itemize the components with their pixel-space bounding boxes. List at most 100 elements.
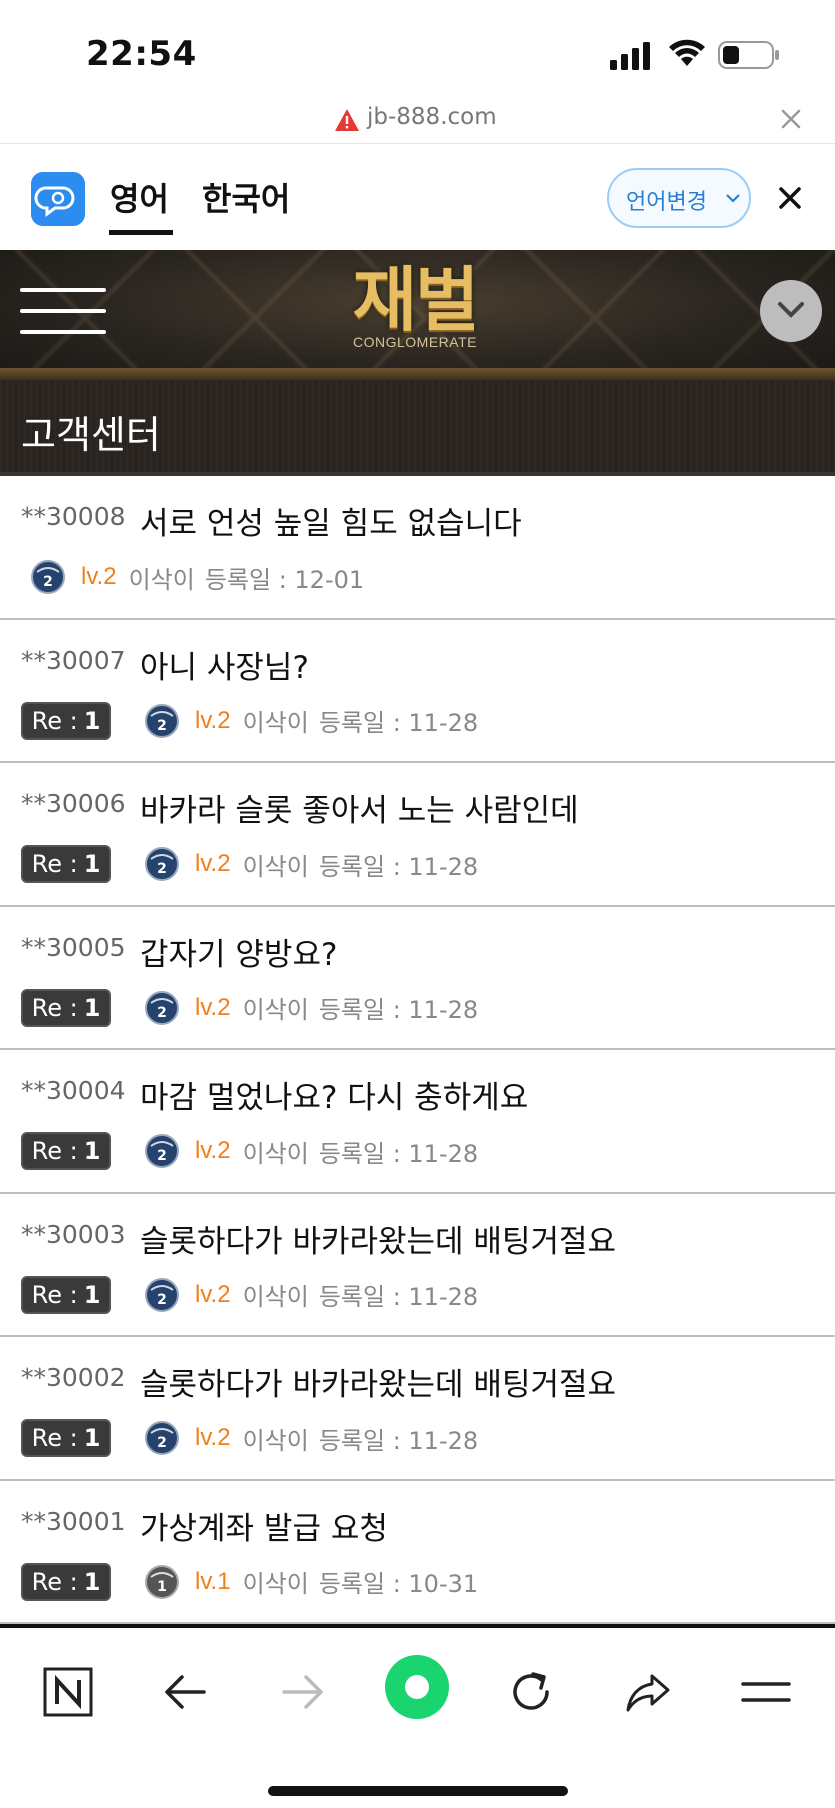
home-indicator — [268, 1786, 568, 1796]
tab-english[interactable]: 영어 — [110, 174, 169, 220]
post-title[interactable]: 슬롯하다가 바카라왔는데 배팅거절요 — [140, 1359, 616, 1404]
cellular-signal-icon — [610, 42, 650, 70]
site-logo-title: 재벌 — [352, 259, 480, 341]
svg-text:2: 2 — [157, 1435, 167, 1451]
level-label: lv.2 — [195, 993, 231, 1021]
svg-text:2: 2 — [157, 718, 167, 734]
hamburger-menu-icon[interactable] — [20, 286, 106, 336]
forward-arrow-icon[interactable] — [274, 1664, 330, 1720]
list-item[interactable]: **30005 갑자기 양방요? Re :1 2 lv.2 이삭이 등록일 : … — [0, 906, 835, 1050]
url-domain[interactable]: jb-888.com — [367, 104, 497, 130]
post-meta: Re :1 2 lv.2 이삭이 등록일 : 11-28 — [21, 1275, 478, 1314]
reply-badge: Re :1 — [21, 845, 111, 883]
list-item[interactable]: **30002 슬롯하다가 바카라왔는데 배팅거절요 Re :1 2 lv.2 … — [0, 1337, 835, 1481]
page-title-bar: 고객센터 — [0, 380, 835, 476]
list-item[interactable]: **30004 마감 멀었나요? 다시 충하게요 Re :1 2 lv.2 이삭… — [0, 1050, 835, 1194]
level-label: lv.1 — [195, 1567, 231, 1595]
svg-text:2: 2 — [157, 861, 167, 877]
warning-icon — [335, 109, 359, 131]
post-meta: Re :1 2 lv.2 이삭이 등록일 : 11-28 — [21, 1132, 478, 1170]
naver-n-icon[interactable] — [40, 1664, 96, 1720]
level-label: lv.2 — [195, 850, 231, 877]
chevron-down-icon — [778, 302, 804, 318]
chevron-down-icon — [726, 194, 740, 203]
post-date: 등록일 : 12-01 — [204, 565, 365, 594]
reply-badge: Re :1 — [21, 701, 111, 740]
post-id: **30006 — [21, 789, 126, 818]
menu-icon[interactable] — [738, 1664, 794, 1720]
post-date: 등록일 : 11-28 — [318, 852, 479, 881]
level-label: lv.2 — [195, 706, 231, 734]
level-2-icon: 2 — [145, 703, 179, 738]
share-icon[interactable] — [620, 1664, 676, 1720]
post-title[interactable]: 서로 언성 높일 힘도 없습니다 — [140, 498, 522, 543]
browser-toolbar — [0, 1624, 835, 1808]
level-2-icon: 2 — [145, 1277, 179, 1312]
post-title[interactable]: 슬롯하다가 바카라왔는데 배팅거절요 — [140, 1216, 616, 1261]
wifi-icon — [669, 39, 705, 66]
level-label: lv.2 — [195, 1280, 231, 1308]
level-2-icon: 2 — [145, 847, 179, 881]
close-icon[interactable] — [780, 108, 802, 130]
list-item[interactable]: **30006 바카라 슬롯 좋아서 노는 사람인데 Re :1 2 lv.2 … — [0, 763, 835, 907]
reply-badge: Re :1 — [21, 1275, 111, 1314]
author-name: 이삭이 — [242, 1283, 309, 1311]
site-logo-subtitle: CONGLOMERATE — [353, 334, 477, 350]
post-meta: Re :1 2 lv.2 이삭이 등록일 : 11-28 — [21, 701, 479, 740]
post-id: **30002 — [21, 1363, 126, 1392]
post-title[interactable]: 가상계좌 발급 요청 — [140, 1503, 388, 1548]
reply-badge: Re :1 — [21, 1419, 111, 1457]
papago-logo-icon — [31, 172, 85, 226]
post-date: 등록일 : 11-28 — [318, 709, 479, 737]
reply-badge: Re :1 — [21, 1132, 111, 1170]
site-logo[interactable]: 재벌 CONGLOMERATE — [330, 264, 500, 360]
list-item[interactable]: **30003 슬롯하다가 바카라왔는데 배팅거절요 Re :1 2 lv.2 … — [0, 1193, 835, 1337]
status-bar: 22:54 — [0, 0, 835, 100]
back-arrow-icon[interactable] — [158, 1664, 214, 1720]
green-circle-icon[interactable] — [384, 1654, 450, 1720]
level-label: lv.2 — [195, 1137, 231, 1164]
post-title[interactable]: 갑자기 양방요? — [140, 929, 337, 974]
status-time: 22:54 — [86, 34, 197, 74]
post-list: **30008 서로 언성 높일 힘도 없습니다 2 lv.2 이삭이 등록일 … — [0, 476, 835, 1624]
level-2-icon: 2 — [145, 1134, 179, 1168]
svg-text:2: 2 — [157, 1005, 167, 1021]
author-name: 이삭이 — [242, 1139, 309, 1168]
author-name: 이삭이 — [242, 1426, 309, 1455]
page-title: 고객센터 — [21, 413, 161, 457]
active-tab-indicator — [109, 230, 173, 235]
post-meta: 2 lv.2 이삭이 등록일 : 12-01 — [21, 558, 364, 596]
list-item[interactable]: **30001 가상계좌 발급 요청 Re :1 1 lv.1 이삭이 등록일 … — [0, 1480, 835, 1624]
post-meta: Re :1 2 lv.2 이삭이 등록일 : 11-28 — [21, 988, 479, 1027]
post-date: 등록일 : 11-28 — [318, 996, 479, 1024]
post-id: **30007 — [21, 645, 126, 675]
post-id: **30008 — [21, 502, 126, 531]
post-title[interactable]: 아니 사장님? — [140, 642, 309, 687]
list-item[interactable]: **30008 서로 언성 높일 힘도 없습니다 2 lv.2 이삭이 등록일 … — [0, 476, 835, 620]
change-language-button[interactable]: 언어변경 — [607, 168, 751, 228]
level-1-icon: 1 — [145, 1564, 179, 1599]
reply-badge: Re :1 — [21, 988, 111, 1027]
post-title[interactable]: 마감 멀었나요? 다시 충하게요 — [140, 1072, 528, 1117]
level-label: lv.2 — [81, 563, 117, 590]
reload-icon[interactable] — [503, 1664, 559, 1720]
url-bar[interactable]: jb-888.com — [0, 100, 835, 144]
svg-text:2: 2 — [157, 1292, 167, 1308]
post-title[interactable]: 바카라 슬롯 좋아서 노는 사람인데 — [140, 785, 579, 830]
close-icon[interactable] — [778, 186, 802, 210]
tab-korean[interactable]: 한국어 — [202, 174, 290, 220]
svg-text:2: 2 — [157, 1148, 167, 1164]
list-item[interactable]: **30007 아니 사장님? Re :1 2 lv.2 이삭이 등록일 : 1… — [0, 619, 835, 763]
level-2-icon: 2 — [145, 990, 179, 1025]
svg-text:1: 1 — [157, 1579, 167, 1595]
author-name: 이삭이 — [128, 565, 195, 594]
post-id: **30001 — [21, 1506, 126, 1536]
post-date: 등록일 : 11-28 — [318, 1139, 479, 1168]
level-2-icon: 2 — [145, 1421, 179, 1455]
level-2-icon: 2 — [31, 560, 65, 594]
translate-bar: 영어 한국어 언어변경 — [0, 144, 835, 250]
post-meta: Re :1 2 lv.2 이삭이 등록일 : 11-28 — [21, 845, 478, 883]
post-meta: Re :1 1 lv.1 이삭이 등록일 : 10-31 — [21, 1562, 478, 1601]
battery-icon — [718, 41, 779, 69]
header-dropdown-button[interactable] — [760, 280, 822, 342]
